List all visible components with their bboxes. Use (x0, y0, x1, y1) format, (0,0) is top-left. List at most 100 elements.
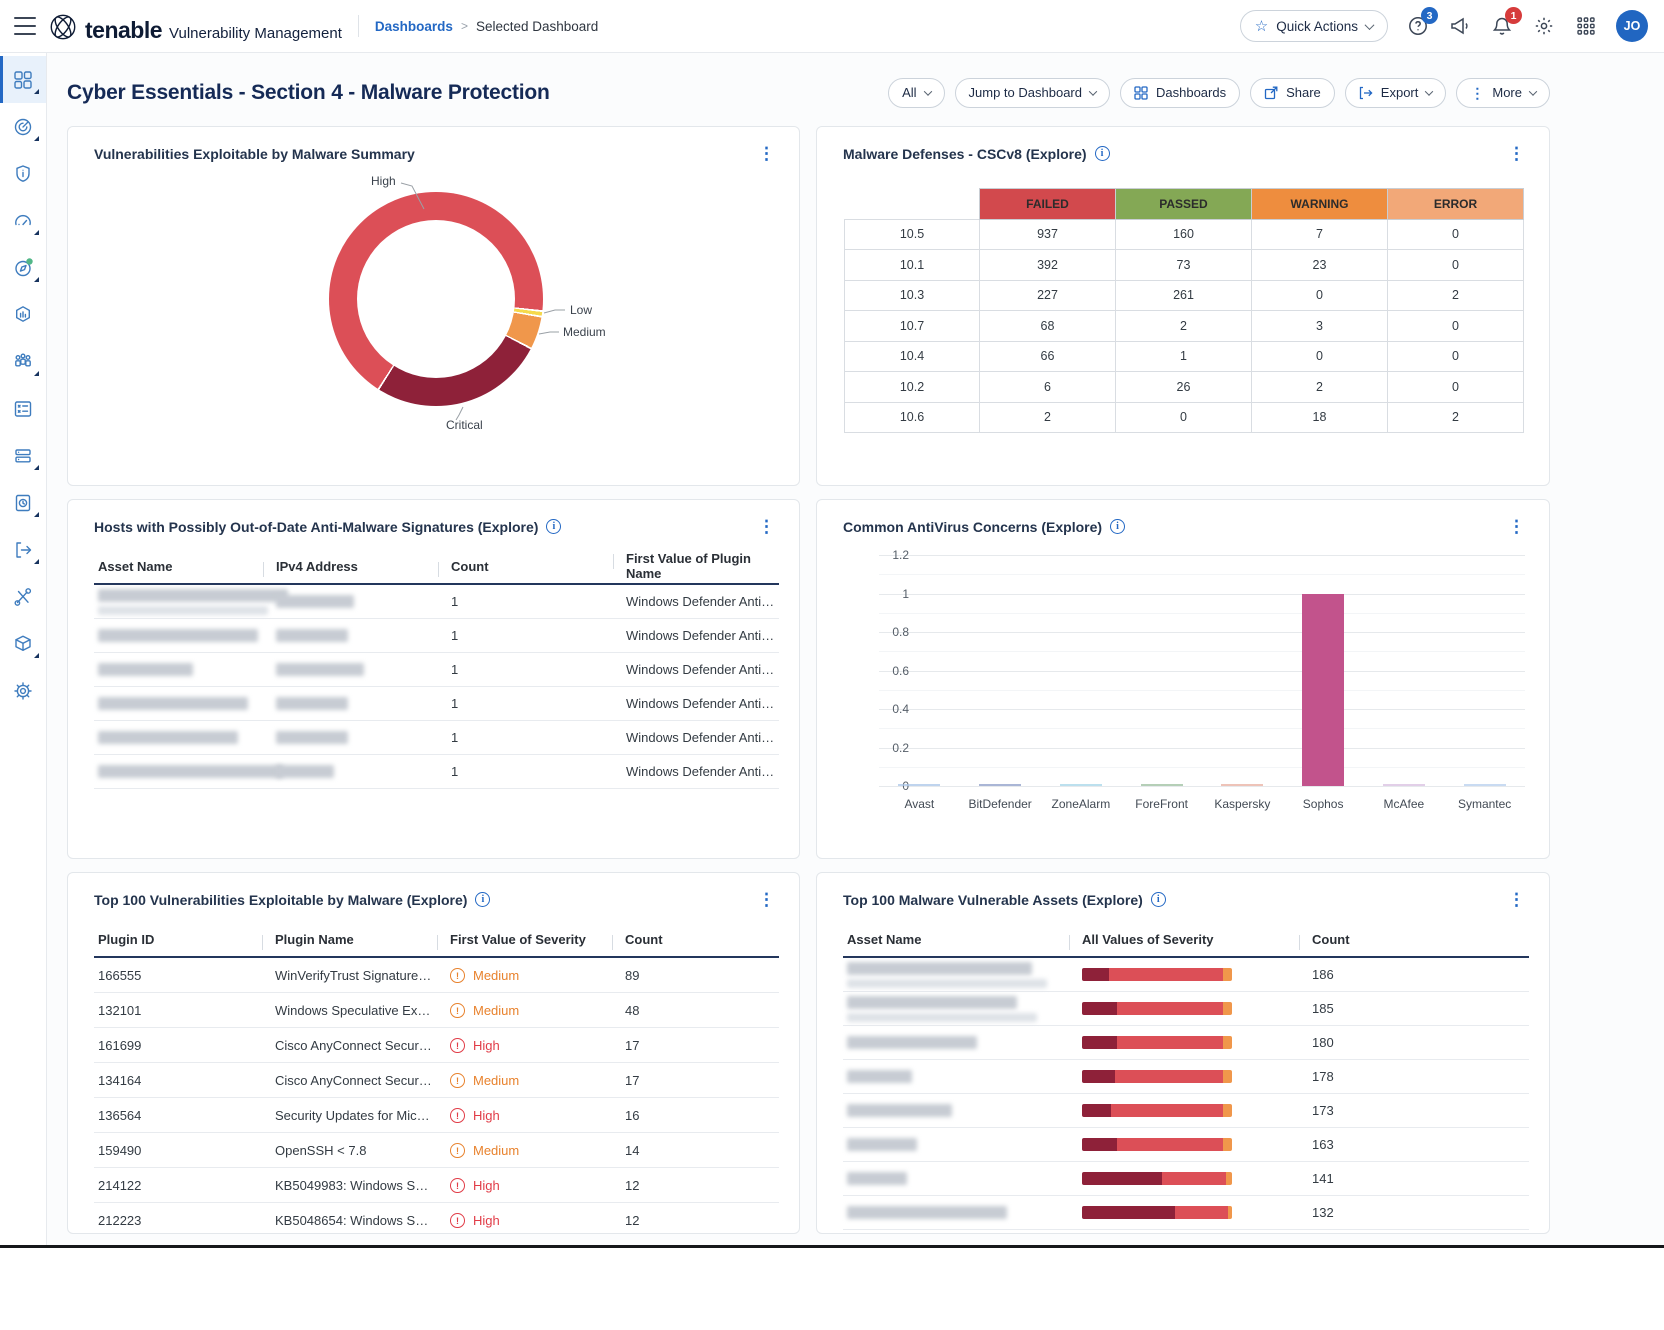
table-row[interactable]: 186 (843, 958, 1529, 992)
table-row[interactable]: 163 (843, 1128, 1529, 1162)
sidebar-item-assets[interactable] (0, 291, 46, 338)
table-row[interactable]: 132 (843, 1196, 1529, 1230)
table-row[interactable]: 132101Windows Speculative Ex…!Medium48 (94, 993, 779, 1028)
table-row[interactable]: 1Windows Defender Anti… (94, 653, 779, 687)
severity-stacked-bar[interactable] (1082, 1104, 1232, 1117)
table-row[interactable]: 214122KB5049983: Windows S…!High12 (94, 1168, 779, 1203)
bar-symantec[interactable] (1464, 784, 1506, 787)
passed-count-cell[interactable]: 2 (1116, 311, 1252, 342)
table-row[interactable]: 212223KB5048654: Windows S…!High12 (94, 1203, 779, 1234)
severity-stacked-bar[interactable] (1082, 1172, 1232, 1185)
user-avatar[interactable]: JO (1616, 10, 1648, 42)
table-row[interactable]: 134164Cisco AnyConnect Secur…!Medium17 (94, 1063, 779, 1098)
widget-menu-kebab-icon[interactable]: ⋮ (754, 518, 779, 535)
severity-stacked-bar[interactable] (1082, 1002, 1232, 1015)
more-dropdown[interactable]: ⋮ More (1456, 78, 1550, 108)
error-count-cell[interactable]: 0 (1388, 372, 1524, 403)
sidebar-item-sensors[interactable] (0, 432, 46, 479)
widget-menu-kebab-icon[interactable]: ⋮ (1504, 145, 1529, 162)
sidebar-item-web-app-scanning[interactable] (0, 338, 46, 385)
severity-stacked-bar[interactable] (1082, 968, 1232, 981)
table-row[interactable]: 1Windows Defender Anti… (94, 619, 779, 653)
share-button[interactable]: Share (1250, 78, 1335, 108)
sidebar-item-checklist[interactable] (0, 385, 46, 432)
table-row[interactable]: 136564Security Updates for Mic…!High16 (94, 1098, 779, 1133)
table-row[interactable]: 1Windows Defender Anti… (94, 721, 779, 755)
table-row[interactable]: 185 (843, 992, 1529, 1026)
info-icon[interactable]: i (1095, 146, 1110, 161)
bar-mcafee[interactable] (1383, 784, 1425, 787)
severity-stacked-bar[interactable] (1082, 1070, 1232, 1083)
help-button[interactable]: 3 (1406, 14, 1430, 38)
bar-zonealarm[interactable] (1060, 784, 1102, 787)
sidebar-item-settings[interactable] (0, 667, 46, 714)
table-row[interactable]: 1Windows Defender Anti… (94, 755, 779, 789)
passed-count-cell[interactable]: 261 (1116, 280, 1252, 311)
bar-kaspersky[interactable] (1221, 784, 1263, 787)
jump-to-dashboard-dropdown[interactable]: Jump to Dashboard (955, 78, 1110, 108)
dashboards-button[interactable]: Dashboards (1120, 78, 1240, 108)
warning-count-cell[interactable]: 0 (1252, 280, 1388, 311)
widget-menu-kebab-icon[interactable]: ⋮ (754, 145, 779, 162)
sidebar-item-integrations[interactable] (0, 620, 46, 667)
error-count-cell[interactable]: 0 (1388, 341, 1524, 372)
table-row[interactable]: 141 (843, 1162, 1529, 1196)
quick-actions-button[interactable]: ☆ Quick Actions (1240, 10, 1388, 42)
table-row[interactable]: 178 (843, 1060, 1529, 1094)
passed-count-cell[interactable]: 73 (1116, 250, 1252, 281)
failed-count-cell[interactable]: 227 (980, 280, 1116, 311)
malware-summary-donut[interactable] (329, 192, 543, 406)
failed-count-cell[interactable]: 937 (980, 219, 1116, 250)
severity-stacked-bar[interactable] (1082, 1036, 1232, 1049)
hamburger-menu-icon[interactable] (12, 16, 38, 36)
passed-count-cell[interactable]: 0 (1116, 402, 1252, 433)
table-row[interactable]: 161699Cisco AnyConnect Secur…!High17 (94, 1028, 779, 1063)
error-count-cell[interactable]: 0 (1388, 311, 1524, 342)
bar-bitdefender[interactable] (979, 784, 1021, 787)
sidebar-item-exports[interactable] (0, 526, 46, 573)
export-dropdown[interactable]: Export (1345, 78, 1447, 108)
sidebar-item-dashboards[interactable] (0, 56, 46, 103)
error-count-cell[interactable]: 2 (1388, 280, 1524, 311)
severity-stacked-bar[interactable] (1082, 1138, 1232, 1151)
bar-forefront[interactable] (1141, 784, 1183, 787)
info-icon[interactable]: i (546, 519, 561, 534)
sidebar-item-lumin[interactable] (0, 197, 46, 244)
failed-count-cell[interactable]: 66 (980, 341, 1116, 372)
announcements-button[interactable] (1448, 14, 1472, 38)
settings-button[interactable] (1532, 14, 1556, 38)
passed-count-cell[interactable]: 26 (1116, 372, 1252, 403)
sidebar-item-reports[interactable] (0, 479, 46, 526)
table-row[interactable]: 1Windows Defender Anti… (94, 687, 779, 721)
sidebar-item-explore[interactable] (0, 244, 46, 291)
widget-menu-kebab-icon[interactable]: ⋮ (754, 891, 779, 908)
error-count-cell[interactable]: 0 (1388, 250, 1524, 281)
table-row[interactable]: 173 (843, 1094, 1529, 1128)
failed-count-cell[interactable]: 392 (980, 250, 1116, 281)
passed-count-cell[interactable]: 1 (1116, 341, 1252, 372)
warning-count-cell[interactable]: 18 (1252, 402, 1388, 433)
bar-sophos[interactable] (1302, 594, 1344, 787)
warning-count-cell[interactable]: 3 (1252, 311, 1388, 342)
failed-count-cell[interactable]: 68 (980, 311, 1116, 342)
table-row[interactable]: 166555WinVerifyTrust Signature…!Medium89 (94, 958, 779, 993)
widget-menu-kebab-icon[interactable]: ⋮ (1504, 518, 1529, 535)
bar-avast[interactable] (898, 784, 940, 787)
table-row[interactable]: 159490OpenSSH < 7.8!Medium14 (94, 1133, 779, 1168)
info-icon[interactable]: i (1110, 519, 1125, 534)
warning-count-cell[interactable]: 0 (1252, 341, 1388, 372)
table-row[interactable]: 180 (843, 1026, 1529, 1060)
sidebar-item-scans[interactable] (0, 103, 46, 150)
app-switcher-button[interactable] (1574, 14, 1598, 38)
failed-count-cell[interactable]: 6 (980, 372, 1116, 403)
warning-count-cell[interactable]: 2 (1252, 372, 1388, 403)
warning-count-cell[interactable]: 7 (1252, 219, 1388, 250)
failed-count-cell[interactable]: 2 (980, 402, 1116, 433)
info-icon[interactable]: i (475, 892, 490, 907)
table-row[interactable]: 1Windows Defender Anti… (94, 585, 779, 619)
info-icon[interactable]: i (1151, 892, 1166, 907)
severity-stacked-bar[interactable] (1082, 1206, 1232, 1219)
widget-menu-kebab-icon[interactable]: ⋮ (1504, 891, 1529, 908)
breadcrumb-dashboards-link[interactable]: Dashboards (375, 19, 453, 34)
warning-count-cell[interactable]: 23 (1252, 250, 1388, 281)
